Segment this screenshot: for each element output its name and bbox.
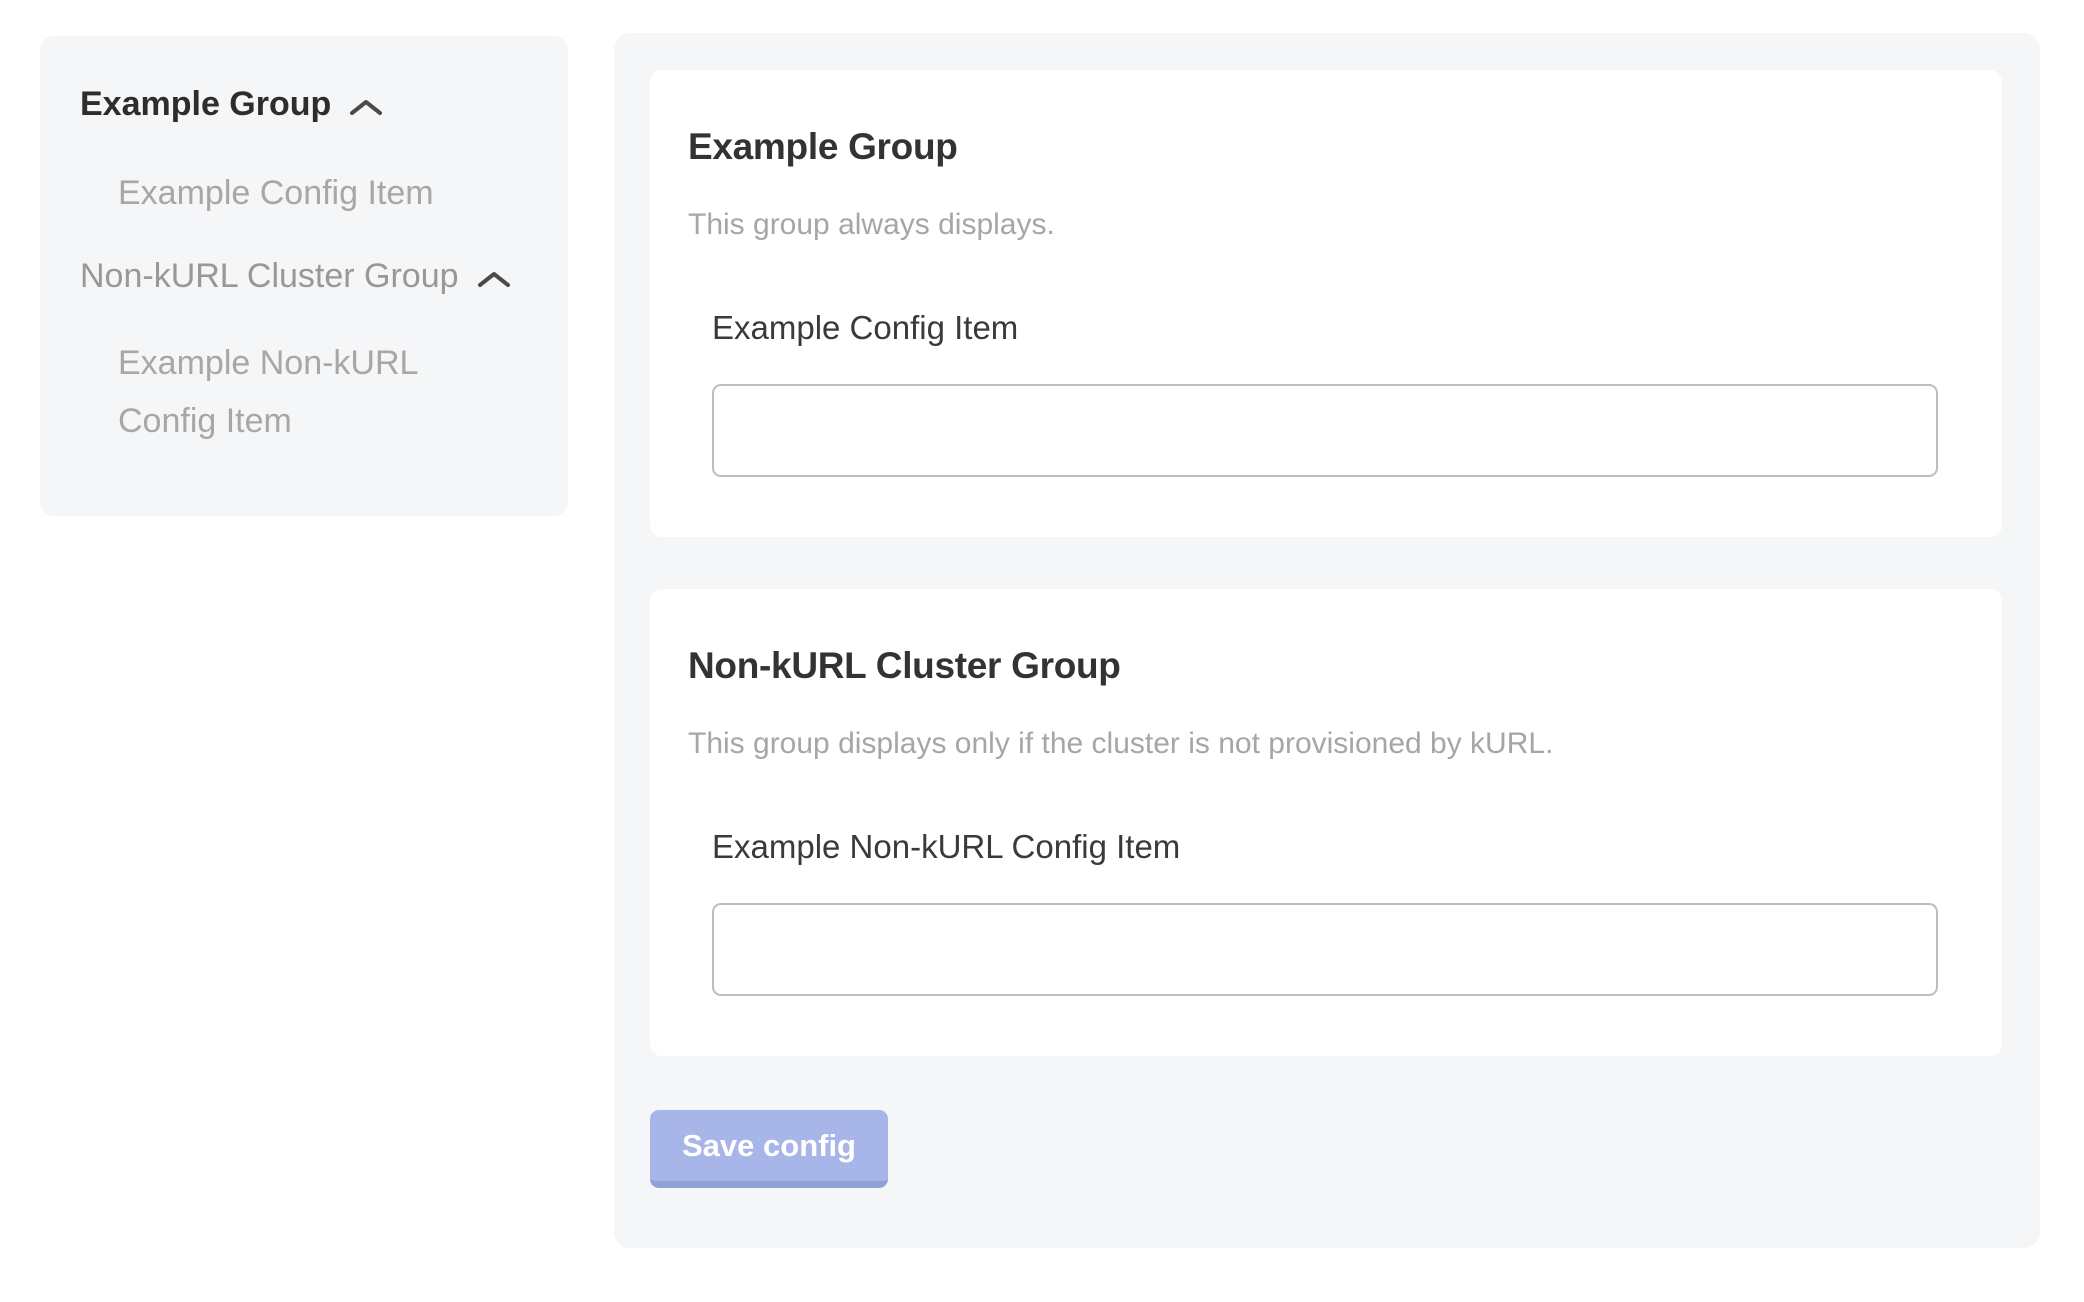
config-item-label: Example Config Item	[712, 308, 1942, 348]
save-config-button[interactable]: Save config	[650, 1110, 888, 1188]
config-main-panel: Example Group This group always displays…	[614, 33, 2040, 1248]
config-item: Example Config Item	[712, 308, 1942, 477]
config-screen: Example Group Example Config Item Non-kU…	[0, 0, 2084, 1302]
config-group-card-example-group: Example Group This group always displays…	[650, 70, 2002, 537]
sidebar-group-header-non-kurl-cluster-group[interactable]: Non-kURL Cluster Group	[80, 256, 540, 296]
group-title: Non-kURL Cluster Group	[688, 643, 1942, 689]
chevron-up-icon	[477, 271, 511, 288]
save-row: Save config	[650, 1110, 2002, 1188]
config-item: Example Non-kURL Config Item	[712, 827, 1942, 996]
sidebar-group-example-group: Example Group Example Config Item	[80, 84, 540, 222]
group-description: This group displays only if the cluster …	[688, 725, 1942, 763]
example-non-kurl-config-item-input[interactable]	[712, 903, 1938, 996]
group-title: Example Group	[688, 124, 1942, 170]
sidebar-group-header-example-group[interactable]: Example Group	[80, 84, 540, 124]
config-item-label: Example Non-kURL Config Item	[712, 827, 1942, 867]
group-description: This group always displays.	[688, 206, 1942, 244]
sidebar-group-label: Example Group	[80, 84, 331, 124]
chevron-up-icon	[349, 99, 383, 116]
config-group-card-non-kurl-cluster-group: Non-kURL Cluster Group This group displa…	[650, 589, 2002, 1056]
sidebar-group-non-kurl-cluster-group: Non-kURL Cluster Group Example Non-kURL …	[80, 256, 540, 450]
example-config-item-input[interactable]	[712, 384, 1938, 477]
sidebar-group-label: Non-kURL Cluster Group	[80, 256, 459, 296]
sidebar-item-example-non-kurl-config-item[interactable]: Example Non-kURL Config Item	[118, 334, 470, 450]
sidebar-item-example-config-item[interactable]: Example Config Item	[118, 164, 470, 222]
config-sidebar: Example Group Example Config Item Non-kU…	[40, 36, 568, 516]
